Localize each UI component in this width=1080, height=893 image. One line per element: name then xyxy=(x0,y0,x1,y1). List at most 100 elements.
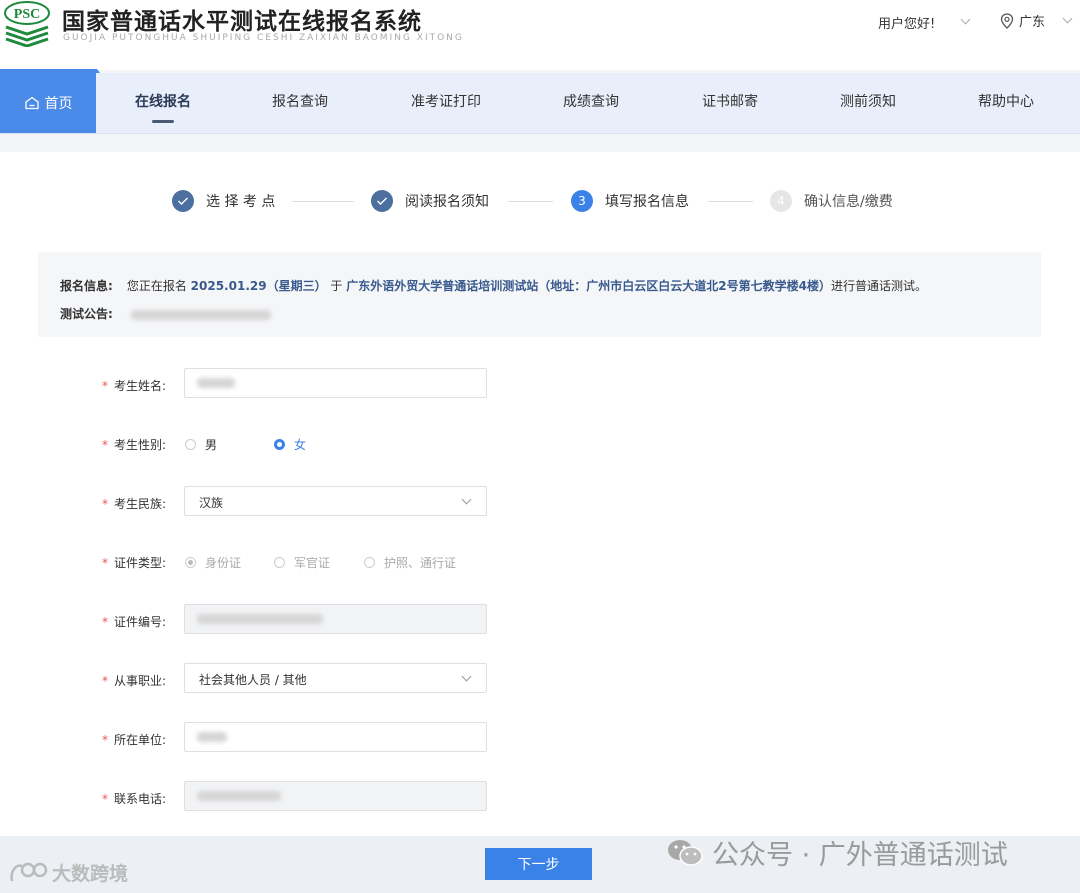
main-nav: 首页 在线报名 报名查询 准考证打印 成绩查询 证书邮寄 测前须知 帮助中心 xyxy=(0,69,1080,134)
occupation-select[interactable]: 社会其他人员 / 其他 xyxy=(184,663,487,693)
step-select-site: 选 择 考 点 xyxy=(172,190,275,212)
id-number-field[interactable] xyxy=(184,604,487,634)
step-label: 填写报名信息 xyxy=(605,194,689,210)
id-type-idcard-radio[interactable]: 身份证 xyxy=(185,554,241,571)
name-label-text: 考生姓名: xyxy=(113,379,166,393)
name-input[interactable] xyxy=(184,368,487,398)
nav-pretest-notes[interactable]: 测前须知 xyxy=(840,73,896,133)
home-icon xyxy=(24,96,39,110)
psc-logo: PSC xyxy=(4,1,50,47)
redacted-value xyxy=(197,732,227,742)
step-connector xyxy=(292,201,354,202)
phone-label-text: 联系电话: xyxy=(113,792,166,806)
nav-certificate-mail[interactable]: 证书邮寄 xyxy=(702,73,758,133)
id-type-label-text: 证件类型: xyxy=(113,556,166,570)
required-mark: * xyxy=(101,733,108,747)
step-check-icon xyxy=(371,190,393,212)
signup-info-row: 报名信息: 您正在报名 2025.01.29（星期三） 于 广东外语外贸大学普通话… xyxy=(60,277,927,294)
id-type-passport-label: 护照、通行证 xyxy=(384,556,457,570)
phone-field[interactable] xyxy=(184,781,487,811)
location-label: 广东 xyxy=(1019,15,1046,30)
signup-info-key: 报名信息: xyxy=(60,279,113,293)
user-menu[interactable]: 用户您好! xyxy=(878,13,935,32)
site-subtitle: GUOJIA PUTONGHUA SHUIPING CESHI ZAIXIAN … xyxy=(63,33,464,43)
nav-active-underline xyxy=(152,120,174,123)
id-number-label-text: 证件编号: xyxy=(113,615,166,629)
nav-online-signup[interactable]: 在线报名 xyxy=(135,73,191,133)
unit-label-text: 所在单位: xyxy=(113,733,166,747)
unit-label: * 所在单位: xyxy=(0,731,166,748)
user-chevron-down-icon[interactable] xyxy=(960,14,971,25)
top-header: PSC 国家普通话水平测试在线报名系统 GUOJIA PUTONGHUA SHU… xyxy=(0,0,1080,70)
step-label: 选 择 考 点 xyxy=(206,194,276,210)
step-number: 3 xyxy=(571,190,593,212)
signup-info-pre: 您正在报名 xyxy=(126,279,187,293)
gender-male-label: 男 xyxy=(205,438,218,452)
user-greeting-label: 用户您好! xyxy=(878,17,936,32)
radio-circle xyxy=(274,557,285,568)
ethnicity-label-text: 考生民族: xyxy=(113,497,166,511)
required-mark: * xyxy=(101,379,108,393)
step-connector xyxy=(708,201,753,202)
step-number: 4 xyxy=(770,190,792,212)
required-mark: * xyxy=(101,792,108,806)
gender-female-label: 女 xyxy=(294,438,307,452)
step-label: 阅读报名须知 xyxy=(405,194,489,210)
name-label: * 考生姓名: xyxy=(0,377,166,394)
redacted-value xyxy=(197,791,281,801)
nav-signup-query[interactable]: 报名查询 xyxy=(272,73,328,133)
location-chevron-down-icon[interactable] xyxy=(1062,13,1073,24)
brand-logo-icon xyxy=(10,862,48,881)
signup-info-at: 于 xyxy=(330,279,343,293)
wechat-icon xyxy=(668,839,703,866)
occupation-label-text: 从事职业: xyxy=(113,674,166,688)
gender-female-radio[interactable]: 女 xyxy=(274,436,306,453)
ethnicity-value: 汉族 xyxy=(199,496,224,510)
redacted-value xyxy=(197,614,323,624)
id-type-passport-radio[interactable]: 护照、通行证 xyxy=(364,554,456,571)
signup-form-panel: 选 择 考 点 阅读报名须知 3 填写报名信息 4 确认信息/缴费 报名信息: 您… xyxy=(0,152,1080,836)
nav-admission-print[interactable]: 准考证打印 xyxy=(411,73,481,133)
nav-home[interactable]: 首页 xyxy=(0,73,96,133)
step-fill-info: 3 填写报名信息 xyxy=(571,190,689,212)
wechat-watermark: 公众号 · 广外普通话测试 xyxy=(666,833,1008,872)
id-type-officer-radio[interactable]: 军官证 xyxy=(274,554,330,571)
unit-input[interactable] xyxy=(184,722,487,752)
ethnicity-label: * 考生民族: xyxy=(0,495,166,512)
brand-watermark: 大数跨境 xyxy=(8,859,128,886)
gender-male-radio[interactable]: 男 xyxy=(185,436,217,453)
id-type-officer-label: 军官证 xyxy=(294,556,331,570)
step-read-notice: 阅读报名须知 xyxy=(371,190,489,212)
next-step-button[interactable]: 下一步 xyxy=(485,848,592,880)
id-type-idcard-label: 身份证 xyxy=(205,556,242,570)
required-mark: * xyxy=(101,674,108,688)
exam-venue: 广东外语外贸大学普通话培训测试站（地址：广州市白云区白云大道北2号第七教学楼4楼… xyxy=(346,279,831,293)
location-pin-icon xyxy=(1000,13,1014,29)
notice-row: 测试公告: xyxy=(60,305,271,322)
radio-circle xyxy=(185,439,196,450)
nav-score-query[interactable]: 成绩查询 xyxy=(563,73,619,133)
redacted-notice xyxy=(130,309,271,320)
exam-date: 2025.01.29（星期三） xyxy=(190,279,327,293)
site-title: 国家普通话水平测试在线报名系统 xyxy=(62,8,422,35)
nav-help-center[interactable]: 帮助中心 xyxy=(978,73,1034,133)
required-mark: * xyxy=(101,438,108,452)
id-number-label: * 证件编号: xyxy=(0,613,166,630)
gender-label-text: 考生性别: xyxy=(113,438,166,452)
signup-info-post: 进行普通话测试。 xyxy=(830,279,927,293)
step-connector xyxy=(508,201,553,202)
gender-label: * 考生性别: xyxy=(0,436,166,453)
chevron-down-icon xyxy=(461,494,472,505)
step-label: 确认信息/缴费 xyxy=(804,194,893,210)
step-check-icon xyxy=(172,190,194,212)
logo-text: PSC xyxy=(14,7,40,22)
radio-circle xyxy=(364,557,375,568)
step-confirm-pay: 4 确认信息/缴费 xyxy=(770,190,893,212)
redacted-value xyxy=(197,378,235,388)
occupation-label: * 从事职业: xyxy=(0,672,166,689)
radio-circle-selected xyxy=(185,557,196,568)
ethnicity-select[interactable]: 汉族 xyxy=(184,486,487,516)
location-selector[interactable]: 广东 xyxy=(1000,11,1045,30)
occupation-value: 社会其他人员 / 其他 xyxy=(199,673,307,687)
phone-label: * 联系电话: xyxy=(0,790,166,807)
